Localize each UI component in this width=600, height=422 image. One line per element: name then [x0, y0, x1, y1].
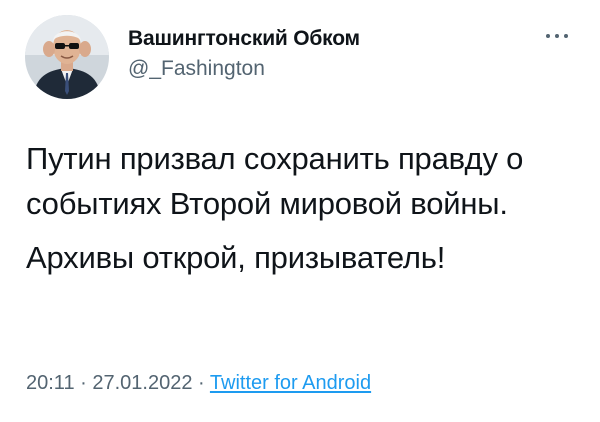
source-link[interactable]: Twitter for Android [210, 372, 371, 394]
meta-separator: · [80, 372, 87, 394]
tweet-text-paragraph-2: Архивы открой, призыватель! [26, 240, 446, 275]
tweet-card: Вашингтонский Обком @_Fashington Путин п… [0, 0, 600, 422]
tweet-date[interactable]: 27.01.2022 [92, 372, 192, 394]
tweet-meta: 20:11 · 27.01.2022 · Twitter for Android [26, 372, 371, 395]
tweet-text: Путин призвал сохранить правду о события… [26, 136, 586, 280]
display-name[interactable]: Вашингтонский Обком [128, 27, 360, 51]
more-options-button[interactable] [537, 24, 577, 48]
user-avatar-photo-icon [25, 15, 109, 99]
meta-separator-2: · [198, 372, 205, 394]
user-handle[interactable]: @_Fashington [128, 57, 265, 81]
more-horizontal-icon [546, 34, 550, 38]
tweet-time[interactable]: 20:11 [26, 372, 75, 394]
tweet-text-paragraph-1: Путин призвал сохранить правду о события… [26, 141, 524, 221]
avatar[interactable] [25, 15, 109, 99]
more-horizontal-icon-dot [555, 34, 559, 38]
more-horizontal-icon-dot [564, 34, 568, 38]
